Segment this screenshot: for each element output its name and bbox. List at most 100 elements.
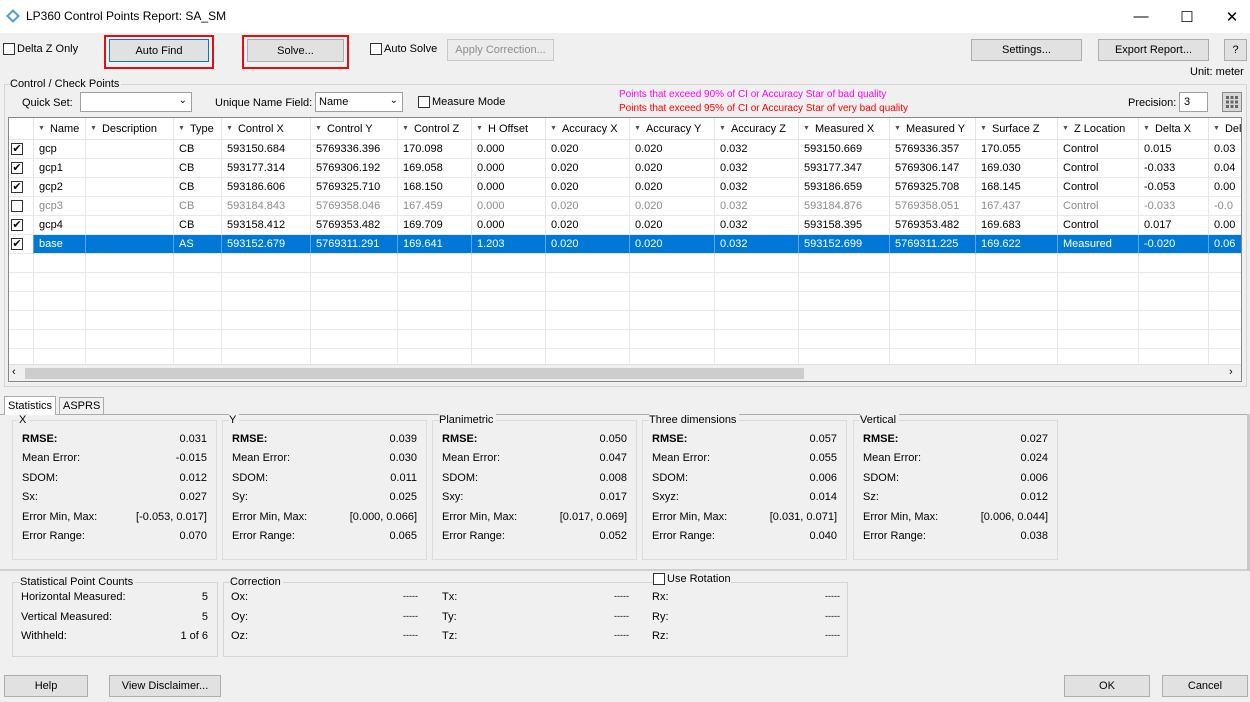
- row-checkbox-cell[interactable]: [9, 178, 34, 197]
- settings-button[interactable]: Settings...: [971, 39, 1082, 61]
- column-header[interactable]: ▼ Del: [1209, 118, 1241, 140]
- column-header[interactable]: ▼ Accuracy Y: [630, 118, 715, 140]
- help-button[interactable]: Help: [4, 675, 88, 697]
- table-row[interactable]: gcp1CB593177.3145769306.192169.0580.0000…: [9, 159, 1241, 178]
- cancel-button[interactable]: Cancel: [1162, 675, 1248, 697]
- table-cell: [715, 254, 799, 273]
- checkbox-box[interactable]: [418, 96, 430, 108]
- column-header[interactable]: ▼ Surface Z: [976, 118, 1058, 140]
- row-checkbox[interactable]: [11, 162, 23, 174]
- column-header[interactable]: ▼ Delta X: [1139, 118, 1209, 140]
- title-bar: LP360 Control Points Report: SA_SM — ☐ ✕: [0, 0, 1250, 33]
- table-cell: [174, 330, 222, 349]
- scrollbar-thumb[interactable]: [25, 368, 804, 379]
- table-cell: 593158.412: [222, 216, 311, 235]
- column-header[interactable]: ▼ H Offset: [472, 118, 546, 140]
- column-header[interactable]: ▼ Z Location: [1058, 118, 1139, 140]
- column-header[interactable]: ▼ Control Z: [398, 118, 472, 140]
- table-row[interactable]: gcp2CB593186.6065769325.710168.1500.0000…: [9, 178, 1241, 197]
- table-cell: Control: [1058, 197, 1139, 216]
- stats-panel: Vertical RMSE: 0.027 Mean Error: 0.024 SDOM: 0…: [853, 414, 1058, 560]
- column-header[interactable]: ▼ Measured Y: [890, 118, 976, 140]
- stat-row: SDOM: 0.012: [22, 472, 207, 486]
- apply-correction-button[interactable]: Apply Correction...: [447, 39, 554, 61]
- auto-find-button[interactable]: Auto Find: [109, 39, 209, 62]
- stat-row: Sz: 0.012: [863, 491, 1048, 505]
- column-header[interactable]: ▼ Type: [174, 118, 222, 140]
- scroll-left-icon[interactable]: ‹: [12, 366, 16, 378]
- close-button[interactable]: ✕: [1209, 0, 1250, 33]
- table-cell: [86, 311, 174, 330]
- view-disclaimer-button[interactable]: View Disclaimer...: [109, 675, 221, 697]
- stat-row: Sxyz: 0.014: [652, 491, 837, 505]
- column-header[interactable]: ▼ Name: [34, 118, 86, 140]
- row-checkbox[interactable]: [11, 143, 23, 155]
- count-row: Horizontal Measured: 5: [21, 591, 208, 603]
- correction-label: Ty:: [442, 611, 457, 623]
- measure-mode-checkbox[interactable]: Measure Mode: [418, 96, 505, 108]
- stat-value: 0.065: [389, 530, 417, 542]
- tab-asprs[interactable]: ASPRS: [59, 397, 105, 414]
- precision-input[interactable]: 3: [1179, 92, 1208, 112]
- table-row[interactable]: gcp4CB593158.4125769353.482169.7090.0000…: [9, 216, 1241, 235]
- minimize-button[interactable]: —: [1118, 0, 1164, 33]
- row-checkbox-cell[interactable]: [9, 159, 34, 178]
- table-cell: [174, 311, 222, 330]
- table-row[interactable]: gcp3 CB 593184.843 5769358.046 167.459 0.000 0…: [9, 197, 1241, 216]
- count-row: Withheld: 1 of 6: [21, 630, 208, 642]
- table-cell: -0.053: [1139, 178, 1209, 197]
- horizontal-scrollbar[interactable]: ‹ ›: [9, 364, 1241, 381]
- row-checkbox[interactable]: [11, 181, 23, 193]
- table-cell: 5769306.147: [890, 159, 976, 178]
- stat-label: Error Range:: [22, 530, 85, 542]
- table-cell: 169.683: [976, 216, 1058, 235]
- table-row[interactable]: gcpCB593150.6845769336.396170.0980.0000.…: [9, 140, 1241, 159]
- stat-row: Error Min, Max: [-0.053, 0.017]: [22, 511, 207, 525]
- table-cell: 0.020: [546, 216, 630, 235]
- checkbox-box[interactable]: [653, 573, 665, 585]
- column-header[interactable]: ▼ Accuracy X: [546, 118, 630, 140]
- row-checkbox-cell[interactable]: [9, 140, 34, 159]
- unique-name-dropdown[interactable]: Name ⌄: [315, 92, 403, 112]
- stat-label: RMSE:: [863, 433, 899, 445]
- table-cell: 0.020: [630, 216, 715, 235]
- maximize-button[interactable]: ☐: [1164, 0, 1210, 33]
- checkbox-box[interactable]: [3, 43, 15, 55]
- row-checkbox-cell: [9, 311, 34, 330]
- table-cell: [472, 273, 546, 292]
- table-cell: 5769358.051: [890, 197, 976, 216]
- stat-label: Error Min, Max:: [863, 511, 939, 523]
- help-question-button[interactable]: ?: [1224, 39, 1247, 61]
- solve-button[interactable]: Solve...: [247, 39, 344, 62]
- table-cell: 169.709: [398, 216, 472, 235]
- auto-solve-checkbox[interactable]: Auto Solve: [370, 43, 437, 55]
- row-checkbox[interactable]: [11, 200, 23, 212]
- column-header[interactable]: ▼ Control X: [222, 118, 311, 140]
- export-report-button[interactable]: Export Report...: [1098, 39, 1209, 61]
- row-checkbox[interactable]: [11, 219, 23, 231]
- use-rotation-checkbox[interactable]: Use Rotation: [653, 573, 731, 585]
- row-checkbox-cell[interactable]: [9, 197, 34, 216]
- table-cell: [1139, 292, 1209, 311]
- correction-label: Ry:: [652, 611, 669, 623]
- correction-value: -----: [403, 630, 418, 640]
- quick-set-dropdown[interactable]: ⌄: [80, 92, 192, 112]
- row-checkbox-cell[interactable]: [9, 216, 34, 235]
- checkbox-box[interactable]: [370, 43, 382, 55]
- column-header[interactable]: ▼ Description: [86, 118, 174, 140]
- correction-value: -----: [825, 611, 840, 621]
- scroll-right-icon[interactable]: ›: [1229, 366, 1233, 378]
- grid-options-icon[interactable]: [1222, 92, 1242, 112]
- row-checkbox[interactable]: [11, 238, 23, 250]
- tab-statistics[interactable]: Statistics: [4, 396, 57, 415]
- table-row[interactable]: baseAS593152.6795769311.291169.6411.2030…: [9, 235, 1241, 254]
- delta-z-only-checkbox[interactable]: Delta Z Only: [3, 43, 78, 55]
- point-counts-title: Statistical Point Counts: [20, 576, 136, 588]
- column-header[interactable]: ▼ Accuracy Z: [715, 118, 799, 140]
- stat-row: Error Range: 0.038: [863, 530, 1048, 544]
- column-header[interactable]: ▼ Measured X: [799, 118, 890, 140]
- table-cell: 5769325.710: [311, 178, 398, 197]
- column-header[interactable]: ▼ Control Y: [311, 118, 398, 140]
- ok-button[interactable]: OK: [1064, 675, 1150, 697]
- row-checkbox-cell[interactable]: [9, 235, 34, 254]
